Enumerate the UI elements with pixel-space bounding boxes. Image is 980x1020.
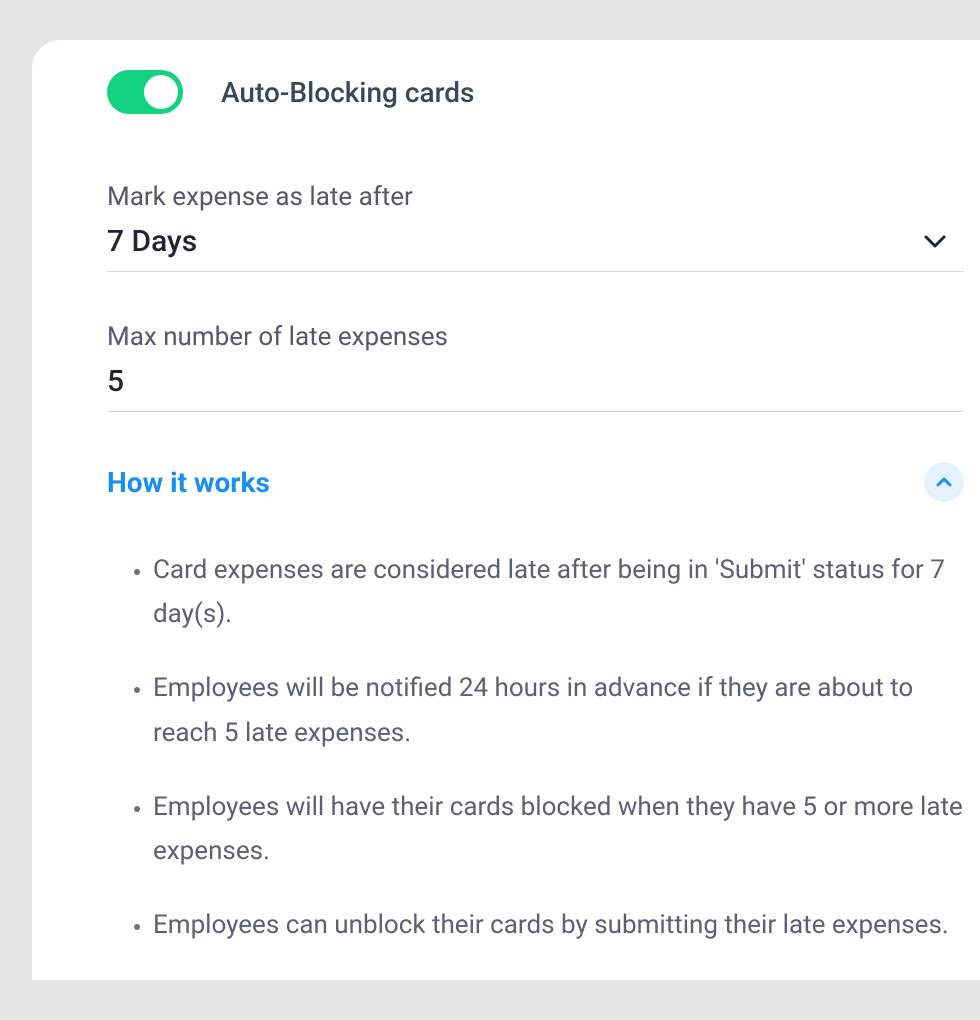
auto-blocking-label: Auto-Blocking cards — [221, 76, 474, 109]
max-late-input-wrapper — [107, 358, 964, 412]
auto-blocking-toggle[interactable] — [107, 70, 183, 114]
how-it-works-list: Card expenses are considered late after … — [153, 548, 964, 947]
list-item: Employees can unblock their cards by sub… — [153, 903, 964, 947]
late-after-select[interactable]: 7 Days — [107, 218, 964, 272]
how-it-works-section: How it works Card expenses are considere… — [107, 462, 964, 947]
max-late-label: Max number of late expenses — [107, 322, 980, 352]
late-after-field: Mark expense as late after 7 Days — [107, 182, 980, 272]
late-after-value: 7 Days — [107, 224, 924, 259]
auto-blocking-row: Auto-Blocking cards — [107, 70, 980, 114]
how-it-works-header[interactable]: How it works — [107, 462, 964, 502]
list-item: Employees will be notified 24 hours in a… — [153, 666, 964, 754]
chevron-down-icon — [924, 235, 946, 249]
list-item: Card expenses are considered late after … — [153, 548, 964, 636]
max-late-input[interactable] — [107, 364, 946, 399]
collapse-button[interactable] — [924, 462, 964, 502]
late-after-label: Mark expense as late after — [107, 182, 980, 212]
list-item: Employees will have their cards blocked … — [153, 785, 964, 873]
toggle-knob-icon — [144, 75, 178, 109]
how-it-works-title: How it works — [107, 466, 270, 499]
max-late-field: Max number of late expenses — [107, 322, 980, 412]
chevron-up-icon — [936, 476, 952, 488]
settings-card: Auto-Blocking cards Mark expense as late… — [32, 40, 980, 980]
